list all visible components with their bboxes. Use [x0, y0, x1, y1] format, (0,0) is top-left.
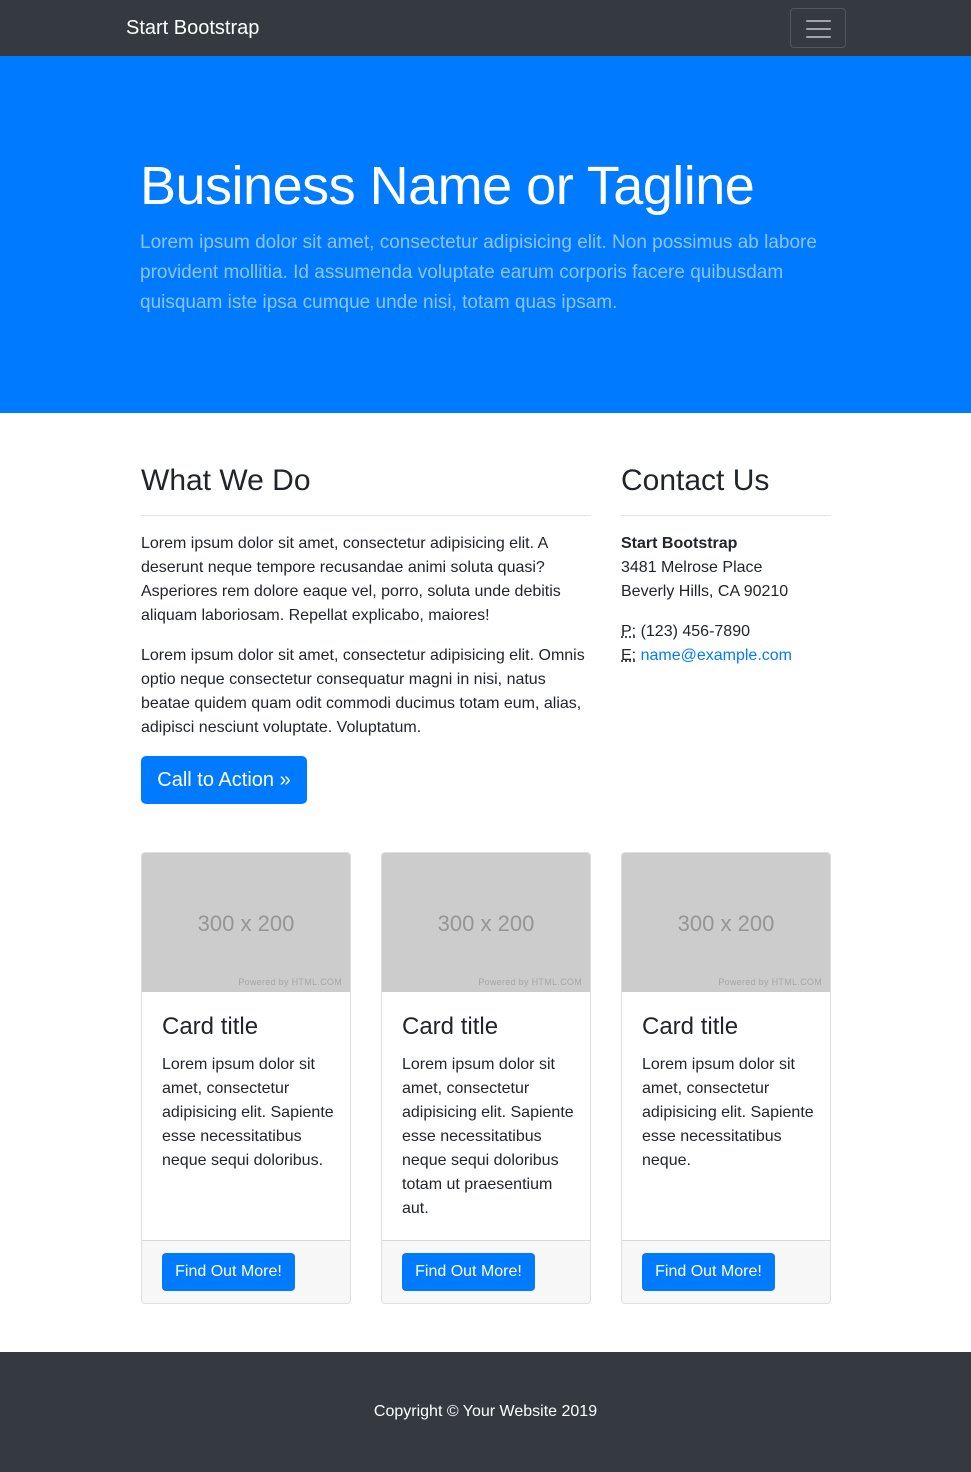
card-image-credit: Powered by HTML.COM: [238, 977, 342, 987]
card-image-size-label: 300 x 200: [437, 911, 535, 936]
brand-link[interactable]: Start Bootstrap: [126, 14, 259, 42]
contact-company: Start Bootstrap: [621, 535, 738, 552]
card-title: Card title: [402, 1013, 499, 1040]
contact-divider: [621, 515, 831, 516]
copyright-text: Copyright © Your Website 2019: [373, 1403, 598, 1420]
what-we-do-paragraph-2: Lorem ipsum dolor sit amet, consectetur …: [141, 647, 585, 736]
card-image-placeholder: 300 x 200 Powered by HTML.COM: [382, 853, 590, 992]
card-text: Lorem ipsum dolor sit amet, consectetur …: [402, 1056, 574, 1217]
card-image-credit: Powered by HTML.COM: [718, 977, 822, 987]
card-text: Lorem ipsum dolor sit amet, consectetur …: [162, 1056, 334, 1169]
navbar-toggler-button[interactable]: [790, 8, 846, 48]
hero-title: Business Name or Tagline: [140, 156, 755, 216]
email-abbr: E:: [621, 647, 637, 664]
hero-banner: Business Name or Tagline Lorem ipsum dol…: [0, 56, 971, 413]
card-title: Card title: [162, 1013, 259, 1040]
contact-address-line1: 3481 Melrose Place: [621, 559, 763, 576]
what-we-do-heading: What We Do: [141, 464, 311, 497]
contact-address-line2: Beverly Hills, CA 90210: [621, 583, 789, 600]
card-text: Lorem ipsum dolor sit amet, consectetur …: [642, 1056, 814, 1169]
card-2: 300 x 200 Powered by HTML.COM Card title…: [381, 852, 591, 1304]
call-to-action-button[interactable]: Call to Action »: [141, 756, 307, 804]
card-image-placeholder: 300 x 200 Powered by HTML.COM: [142, 853, 350, 992]
what-we-do-paragraph-1: Lorem ipsum dolor sit amet, consectetur …: [141, 535, 561, 624]
site-footer: Copyright © Your Website 2019: [0, 1352, 971, 1472]
card-image-size-label: 300 x 200: [677, 911, 775, 936]
card-3: 300 x 200 Powered by HTML.COM Card title…: [621, 852, 831, 1304]
phone-abbr: P:: [621, 623, 637, 640]
card-footer: Find Out More!: [382, 1240, 590, 1303]
contact-email-row: E: name@example.com: [621, 644, 831, 668]
card-image-size-label: 300 x 200: [197, 911, 295, 936]
find-out-more-button[interactable]: Find Out More!: [402, 1253, 535, 1291]
contact-us-heading: Contact Us: [621, 464, 770, 497]
contact-phone-row: P: (123) 456-7890: [621, 620, 831, 644]
card-footer: Find Out More!: [142, 1240, 350, 1303]
card-1: 300 x 200 Powered by HTML.COM Card title…: [141, 852, 351, 1304]
card-footer: Find Out More!: [622, 1240, 830, 1303]
card-image-placeholder: 300 x 200 Powered by HTML.COM: [622, 853, 830, 992]
hamburger-menu-icon: [806, 20, 831, 38]
card-title: Card title: [642, 1013, 739, 1040]
contact-phone: (123) 456-7890: [640, 623, 750, 640]
what-we-do-divider: [141, 515, 591, 516]
contact-address: Start Bootstrap 3481 Melrose Place Bever…: [621, 532, 831, 668]
contact-email-link[interactable]: name@example.com: [641, 647, 792, 664]
top-navbar: Start Bootstrap: [0, 0, 971, 56]
card-image-credit: Powered by HTML.COM: [478, 977, 582, 987]
find-out-more-button[interactable]: Find Out More!: [642, 1253, 775, 1291]
hero-lead: Lorem ipsum dolor sit amet, consectetur …: [140, 232, 817, 313]
find-out-more-button[interactable]: Find Out More!: [162, 1253, 295, 1291]
